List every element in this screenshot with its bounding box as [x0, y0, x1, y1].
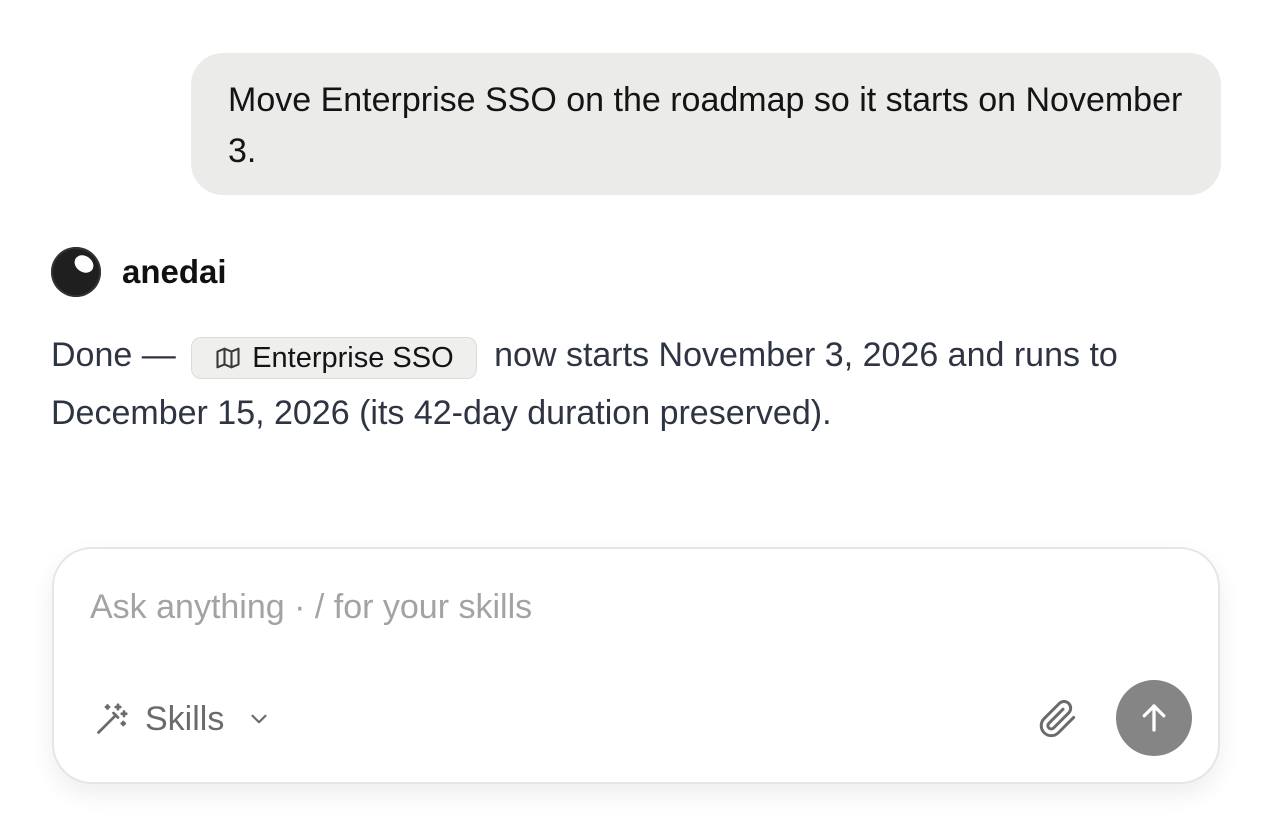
magic-wand-icon	[94, 701, 130, 737]
send-button[interactable]	[1116, 680, 1192, 756]
message-input[interactable]	[90, 583, 1090, 631]
assistant-name: anedai	[122, 253, 227, 290]
skills-label: Skills	[145, 699, 225, 738]
message-composer: Skills	[52, 547, 1220, 784]
map-icon	[214, 344, 242, 372]
paperclip-icon	[1038, 699, 1078, 739]
user-message-bubble: Move Enterprise SSO on the roadmap so it…	[191, 53, 1221, 195]
assistant-reply: Done — Enterprise SSO now starts Novembe…	[51, 326, 1231, 442]
user-message-text: Move Enterprise SSO on the roadmap so it…	[228, 81, 1183, 170]
chat-page: Move Enterprise SSO on the roadmap so it…	[0, 0, 1273, 835]
roadmap-item-chip[interactable]: Enterprise SSO	[191, 337, 477, 379]
arrow-up-icon	[1136, 700, 1172, 736]
skills-button[interactable]: Skills	[94, 697, 272, 741]
attach-button[interactable]	[1036, 697, 1080, 741]
chip-label: Enterprise SSO	[252, 342, 454, 374]
assistant-avatar	[51, 247, 101, 297]
reply-prefix: Done —	[51, 336, 176, 374]
assistant-header: anedai	[51, 246, 227, 298]
chevron-down-icon	[246, 706, 272, 732]
